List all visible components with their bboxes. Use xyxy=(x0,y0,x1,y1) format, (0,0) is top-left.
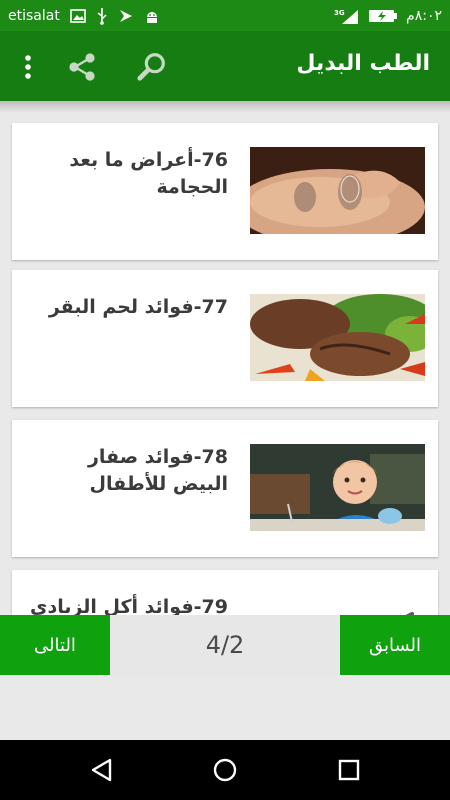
app-bar-shadow xyxy=(0,101,450,113)
app-bar: الطب البديل xyxy=(0,31,450,101)
app-notification-icon xyxy=(118,8,134,24)
article-thumbnail xyxy=(250,147,425,234)
status-left: etisalat xyxy=(8,7,160,25)
previous-button[interactable]: السابق xyxy=(340,615,450,675)
grilled-beef-photo xyxy=(250,294,425,381)
article-list[interactable]: 76-أعراض ما بعد الحجامة 77-فوائد لحم الب… xyxy=(0,113,450,615)
more-options-button[interactable] xyxy=(12,51,44,83)
android-debug-icon xyxy=(144,8,160,24)
back-button[interactable] xyxy=(85,753,119,787)
share-button[interactable] xyxy=(66,51,98,83)
share-icon xyxy=(69,53,95,81)
home-icon xyxy=(213,758,237,782)
article-card[interactable]: 79-فوائد أكل الزبادي xyxy=(12,570,438,615)
recent-apps-button[interactable] xyxy=(332,753,366,787)
article-thumbnail xyxy=(250,594,425,615)
page-indicator: 4/2 xyxy=(205,631,245,659)
carrier-name: etisalat xyxy=(8,7,60,24)
image-notification-icon xyxy=(70,8,86,23)
home-button[interactable] xyxy=(208,753,242,787)
article-card[interactable]: 78-فوائد صفار البيض للأطفال xyxy=(12,420,438,557)
article-card[interactable]: 76-أعراض ما بعد الحجامة xyxy=(12,123,438,260)
article-thumbnail xyxy=(250,444,425,531)
yogurt-photo xyxy=(250,594,425,615)
navigation-bar xyxy=(0,740,450,800)
battery-charging-icon xyxy=(368,8,398,24)
article-title: 76-أعراض ما بعد الحجامة xyxy=(69,149,228,198)
article-title: 78-فوائد صفار البيض للأطفال xyxy=(87,446,228,495)
clock: ٨:٠٢م xyxy=(406,7,442,24)
child-eating-photo xyxy=(250,444,425,531)
cupping-therapy-photo xyxy=(250,147,425,234)
recent-apps-icon xyxy=(338,759,360,781)
usb-icon xyxy=(96,7,108,25)
search-icon xyxy=(137,53,165,81)
pager: التالى 4/2 السابق xyxy=(0,615,450,675)
search-button[interactable] xyxy=(136,51,168,83)
signal-3g-icon: 3G xyxy=(334,7,360,25)
back-icon xyxy=(91,758,112,782)
more-vert-icon xyxy=(25,55,31,79)
status-right: 3G ٨:٠٢م xyxy=(334,7,442,25)
app-title: الطب البديل xyxy=(296,51,430,76)
article-title: 77-فوائد لحم البقر xyxy=(48,296,228,318)
next-button[interactable]: التالى xyxy=(0,615,110,675)
status-bar: etisalat 3G ٨:٠٢م xyxy=(0,0,450,31)
article-card[interactable]: 77-فوائد لحم البقر xyxy=(12,270,438,407)
article-thumbnail xyxy=(250,294,425,381)
article-title: 79-فوائد أكل الزبادي xyxy=(30,596,228,615)
network-type: 3G xyxy=(334,9,345,17)
